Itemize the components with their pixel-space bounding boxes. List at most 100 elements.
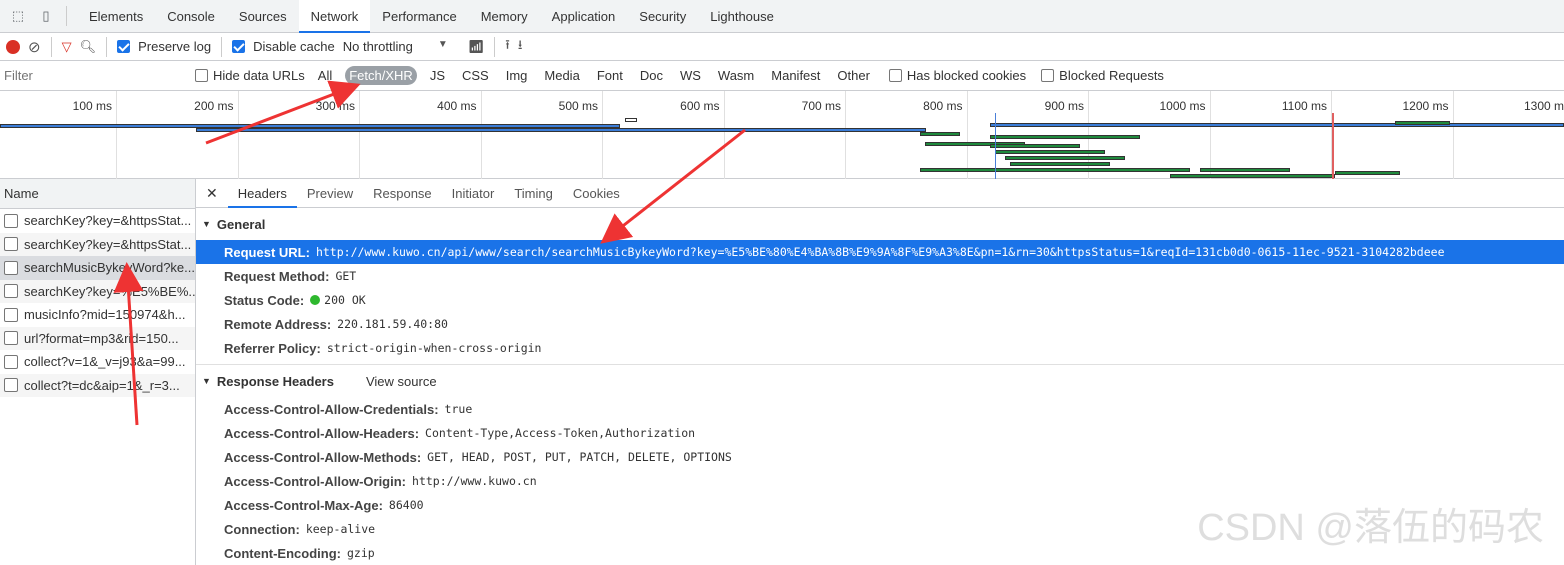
import-har-icon[interactable]: ⭱ <box>505 36 510 58</box>
request-type-icon <box>4 237 18 252</box>
request-type-icon <box>4 331 18 346</box>
timeline-bar <box>196 128 926 132</box>
header-row[interactable]: Status Code: 200 OK <box>196 288 1564 312</box>
request-row[interactable]: collect?v=1&_v=j93&a=99... <box>0 350 195 374</box>
type-img[interactable]: Img <box>502 66 532 85</box>
tab-sources[interactable]: Sources <box>227 0 299 33</box>
type-css[interactable]: CSS <box>458 66 493 85</box>
timeline-bar <box>995 150 1105 154</box>
timeline-tick: 1100 ms <box>1212 91 1332 179</box>
header-row[interactable]: Request URL: http://www.kuwo.cn/api/www/s… <box>196 240 1564 264</box>
view-source-link[interactable]: View source <box>366 374 437 389</box>
general-section-header[interactable]: ▼ General <box>196 208 1564 240</box>
disable-cache-checkbox[interactable] <box>232 40 246 53</box>
record-icon[interactable] <box>6 39 20 54</box>
type-font[interactable]: Font <box>593 66 627 85</box>
request-type-icon <box>4 213 18 228</box>
device-toggle-icon[interactable]: ▯ <box>36 6 56 26</box>
request-type-icon <box>4 378 18 393</box>
tab-security[interactable]: Security <box>627 0 698 33</box>
tab-preview[interactable]: Preview <box>297 179 363 208</box>
header-row[interactable]: Referrer Policy: strict-origin-when-cross… <box>196 336 1564 360</box>
request-row[interactable]: collect?t=dc&aip=1&_r=3... <box>0 373 195 397</box>
timeline-bar <box>1200 168 1290 172</box>
header-key: Remote Address: <box>224 316 332 332</box>
hide-data-urls-label: Hide data URLs <box>213 68 305 83</box>
request-row[interactable]: searchMusicBykeyWord?ke... <box>0 256 195 280</box>
throttling-select[interactable]: No throttling ▼ <box>343 39 448 54</box>
type-wasm[interactable]: Wasm <box>714 66 758 85</box>
type-fetch-xhr[interactable]: Fetch/XHR <box>345 66 417 85</box>
header-row[interactable]: Access-Control-Allow-Credentials: true <box>196 397 1564 421</box>
tab-initiator[interactable]: Initiator <box>442 179 505 208</box>
timeline-tick: 700 ms <box>726 91 846 179</box>
search-icon[interactable]: 🔍︎ <box>80 39 97 55</box>
name-column-header[interactable]: Name <box>0 179 195 209</box>
header-value: GET <box>335 269 357 283</box>
tab-application[interactable]: Application <box>540 0 628 33</box>
timeline-tick: 100 ms <box>0 91 117 179</box>
request-name: searchMusicBykeyWord?ke... <box>24 260 195 276</box>
tab-cookies[interactable]: Cookies <box>563 179 630 208</box>
request-row[interactable]: searchKey?key=&httpsStat... <box>0 232 195 256</box>
request-row[interactable]: url?format=mp3&rid=150... <box>0 326 195 350</box>
type-doc[interactable]: Doc <box>636 66 667 85</box>
header-value: 86400 <box>388 498 424 512</box>
header-value: GET, HEAD, POST, PUT, PATCH, DELETE, OPT… <box>427 450 732 464</box>
timeline-bar <box>990 135 1140 139</box>
hide-data-urls-checkbox[interactable] <box>195 69 208 82</box>
tab-network[interactable]: Network <box>298 0 371 33</box>
header-value: http://www.kuwo.cn <box>412 474 537 488</box>
export-har-icon[interactable]: ⭳ <box>518 36 523 58</box>
inspect-element-icon[interactable]: ⬚ <box>8 6 28 26</box>
timeline-tick: 500 ms <box>483 91 603 179</box>
response-headers-section-header[interactable]: ▼ Response Headers View source <box>196 365 1564 397</box>
header-key: Access-Control-Max-Age: <box>224 497 383 513</box>
header-key: Request Method: <box>224 268 330 284</box>
request-row[interactable]: searchKey?key=&httpsStat... <box>0 209 195 233</box>
clear-icon[interactable]: ⊘ <box>28 38 41 56</box>
tab-headers[interactable]: Headers <box>227 179 297 208</box>
type-other[interactable]: Other <box>833 66 874 85</box>
type-manifest[interactable]: Manifest <box>767 66 824 85</box>
filter-icon[interactable]: ▽ <box>62 39 72 55</box>
type-all[interactable]: All <box>314 66 336 85</box>
filter-input[interactable] <box>0 64 180 87</box>
header-row[interactable]: Access-Control-Allow-Methods: GET, HEAD, … <box>196 445 1564 469</box>
type-media[interactable]: Media <box>540 66 583 85</box>
tab-timing[interactable]: Timing <box>504 179 563 208</box>
timeline-tick: 600 ms <box>605 91 725 179</box>
tab-response[interactable]: Response <box>363 179 442 208</box>
request-row[interactable]: musicInfo?mid=150974&h... <box>0 303 195 327</box>
header-row[interactable]: Access-Control-Allow-Headers: Content-Typ… <box>196 421 1564 445</box>
type-ws[interactable]: WS <box>676 66 705 85</box>
close-icon[interactable]: ✕ <box>196 185 228 202</box>
preserve-log-checkbox[interactable] <box>117 40 131 53</box>
network-conditions-icon[interactable]: 📶︎ <box>468 39 485 55</box>
timeline-bar <box>1335 171 1400 175</box>
header-value: true <box>444 402 473 416</box>
type-js[interactable]: JS <box>426 66 449 85</box>
tab-lighthouse[interactable]: Lighthouse <box>698 0 786 33</box>
tab-performance[interactable]: Performance <box>370 0 468 33</box>
header-row[interactable]: Request Method: GET <box>196 264 1564 288</box>
blocked-requests-checkbox[interactable] <box>1041 69 1055 82</box>
header-key: Access-Control-Allow-Origin: <box>224 473 407 489</box>
blocked-requests-label: Blocked Requests <box>1059 68 1164 83</box>
triangle-down-icon: ▼ <box>202 219 211 229</box>
timeline-bar <box>990 144 1080 148</box>
header-value: gzip <box>346 546 375 560</box>
tab-memory[interactable]: Memory <box>469 0 540 33</box>
header-row[interactable]: Remote Address: 220.181.59.40:80 <box>196 312 1564 336</box>
tab-elements[interactable]: Elements <box>77 0 155 33</box>
has-blocked-cookies-checkbox[interactable] <box>888 69 902 82</box>
timeline-bar <box>1005 156 1125 160</box>
timeline-bar <box>920 132 960 136</box>
network-overview-timeline[interactable]: 100 ms 200 ms 300 ms 400 ms 500 ms 600 ms 700 … <box>0 91 1564 179</box>
tab-console[interactable]: Console <box>155 0 227 33</box>
header-row[interactable]: Access-Control-Allow-Origin: http://www.k… <box>196 469 1564 493</box>
request-name: collect?v=1&_v=j93&a=99... <box>24 354 186 370</box>
header-key: Content-Encoding: <box>224 545 341 561</box>
has-blocked-cookies-label: Has blocked cookies <box>906 68 1027 83</box>
request-row[interactable]: searchKey?key=%E5%BE%... <box>0 279 195 303</box>
